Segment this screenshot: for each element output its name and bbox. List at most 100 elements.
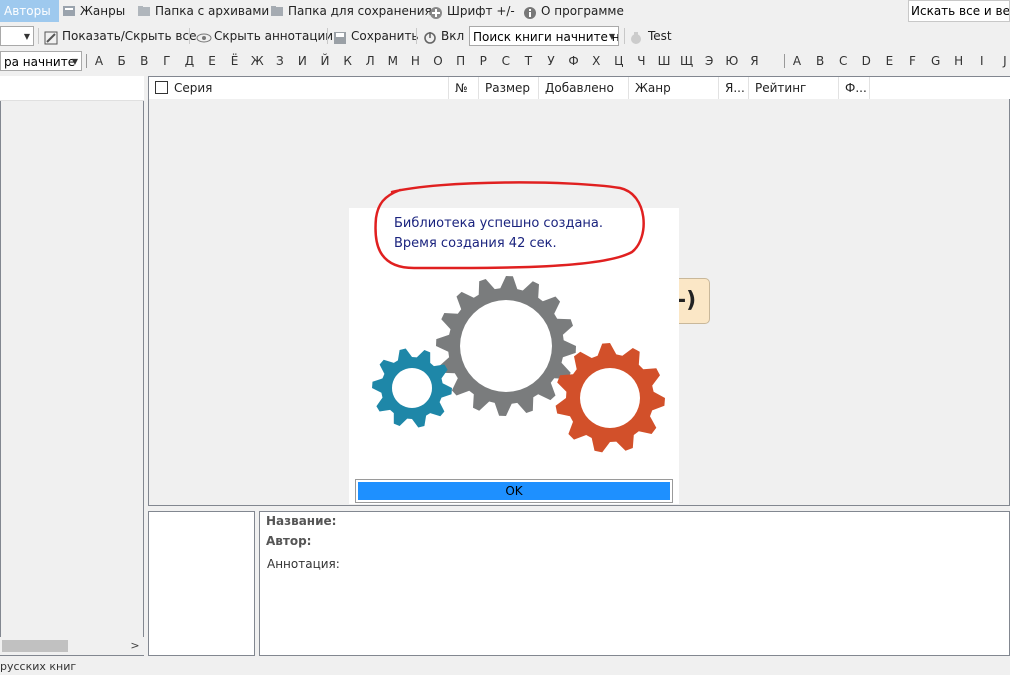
chevron-down-icon: ▼ <box>608 32 615 41</box>
letter-cyrillic-4[interactable]: Д <box>181 50 197 72</box>
test-label: Test <box>648 29 672 43</box>
letter-cyrillic-2[interactable]: В <box>136 50 152 72</box>
letter-cyrillic-25[interactable]: Ш <box>656 50 672 72</box>
ok-button[interactable]: OK <box>358 482 670 500</box>
menu-archives-folder[interactable]: Папка с архивами <box>137 0 269 22</box>
letter-cyrillic-5[interactable]: Е <box>204 50 220 72</box>
letter-cyrillic-26[interactable]: Щ <box>679 50 695 72</box>
column-rating-label: Рейтинг <box>755 81 807 95</box>
letter-cyrillic-18[interactable]: С <box>498 50 514 72</box>
column-genre[interactable]: Жанр <box>629 77 719 99</box>
letter-cyrillic-1[interactable]: Б <box>114 50 130 72</box>
letter-latin-2[interactable]: C <box>835 50 851 72</box>
toggle-on-button[interactable]: Вкл <box>423 24 464 48</box>
toolbar: ▼ Показать/Скрыть все Скрыть аннотации С… <box>0 24 1010 48</box>
letter-cyrillic-3[interactable]: Г <box>159 50 175 72</box>
column-size-label: Размер <box>485 81 531 95</box>
select-all-checkbox[interactable] <box>155 81 168 94</box>
letter-cyrillic-28[interactable]: Ю <box>724 50 740 72</box>
genres-icon <box>62 2 76 16</box>
menu-about[interactable]: О программе <box>523 0 624 22</box>
column-series-label: Серия <box>174 81 213 95</box>
book-search-combo[interactable]: Поиск книги начните н ▼ <box>469 26 619 46</box>
letter-cyrillic-11[interactable]: К <box>340 50 356 72</box>
archive-icon <box>137 2 151 16</box>
letter-cyrillic-13[interactable]: М <box>385 50 401 72</box>
letter-cyrillic-7[interactable]: Ж <box>249 50 265 72</box>
letter-cyrillic-9[interactable]: И <box>294 50 310 72</box>
letter-latin-9[interactable]: J <box>997 50 1010 72</box>
series-search-combo[interactable]: ра начните ▼ <box>0 51 82 71</box>
orange-gear-icon <box>555 343 665 453</box>
column-language[interactable]: Я... <box>719 77 749 99</box>
scrollbar-thumb[interactable] <box>2 640 68 652</box>
book-title-label: Название: <box>266 514 337 528</box>
test-button[interactable]: Test <box>630 24 672 48</box>
toggle-on-label: Вкл <box>441 29 465 43</box>
letter-cyrillic-10[interactable]: Й <box>317 50 333 72</box>
folder-icon <box>270 2 284 16</box>
column-rating[interactable]: Рейтинг <box>749 77 839 99</box>
letter-cyrillic-12[interactable]: Л <box>362 50 378 72</box>
letter-latin-1[interactable]: B <box>812 50 828 72</box>
hide-annotations-button[interactable]: Скрыть аннотации <box>196 24 333 48</box>
menu-font[interactable]: Шрифт +/- <box>429 0 515 22</box>
letter-cyrillic-24[interactable]: Ч <box>633 50 649 72</box>
message-line-2: Время создания 42 сек. <box>394 236 557 251</box>
toolbar-separator <box>189 28 190 44</box>
menu-save-folder[interactable]: Папка для сохранения <box>270 0 432 22</box>
letter-cyrillic-29[interactable]: Я <box>746 50 762 72</box>
eye-icon <box>196 26 212 43</box>
toolbar-separator <box>624 28 625 44</box>
scroll-right-arrow-icon[interactable]: > <box>128 637 142 655</box>
letter-latin-4[interactable]: E <box>881 50 897 72</box>
power-icon <box>423 26 437 44</box>
letter-latin-3[interactable]: D <box>858 50 874 72</box>
column-series[interactable]: Серия <box>149 77 449 99</box>
left-panel-header <box>0 76 144 101</box>
column-number[interactable]: № <box>449 77 479 99</box>
letter-cyrillic-8[interactable]: З <box>272 50 288 72</box>
letter-latin-7[interactable]: H <box>951 50 967 72</box>
menu-authors[interactable]: Авторы <box>0 0 59 22</box>
letter-cyrillic-20[interactable]: У <box>543 50 559 72</box>
global-search-text: Искать все и везд <box>911 4 1010 18</box>
edit-icon <box>44 26 58 45</box>
menu-genres[interactable]: Жанры <box>62 0 125 22</box>
letter-latin-0[interactable]: A <box>789 50 805 72</box>
book-info-panel: Название: Автор: Аннотация: <box>259 511 1010 656</box>
series-search-text: ра начните <box>4 55 76 69</box>
letter-cyrillic-14[interactable]: Н <box>407 50 423 72</box>
letter-cyrillic-27[interactable]: Э <box>701 50 717 72</box>
save-button[interactable]: Сохранить <box>333 24 419 48</box>
letter-cyrillic-15[interactable]: О <box>430 50 446 72</box>
letter-latin-8[interactable]: I <box>974 50 990 72</box>
background-badge-text: -) <box>677 288 697 313</box>
column-format-label: Ф... <box>845 81 867 95</box>
global-search-input[interactable]: Искать все и везд <box>908 0 1010 22</box>
letter-cyrillic-19[interactable]: Т <box>520 50 536 72</box>
column-size[interactable]: Размер <box>479 77 539 99</box>
menu-bar: Авторы Жанры Папка с архивами Папка для … <box>0 0 1010 22</box>
letter-cyrillic-6[interactable]: Ё <box>227 50 243 72</box>
book-annotation-label: Аннотация: <box>267 557 340 571</box>
column-added-label: Добавлено <box>545 81 614 95</box>
left-tree-panel <box>0 76 144 656</box>
letter-cyrillic-0[interactable]: А <box>91 50 107 72</box>
letter-latin-5[interactable]: F <box>905 50 921 72</box>
column-added[interactable]: Добавлено <box>539 77 629 99</box>
letter-cyrillic-16[interactable]: П <box>453 50 469 72</box>
chevron-down-icon: ▼ <box>23 32 30 41</box>
toolbar-separator <box>416 28 417 44</box>
plus-circle-icon <box>429 2 443 19</box>
letter-cyrillic-22[interactable]: Х <box>588 50 604 72</box>
show-hide-all-button[interactable]: Показать/Скрыть все <box>44 24 196 48</box>
column-format[interactable]: Ф... <box>839 77 870 99</box>
save-label: Сохранить <box>351 29 419 43</box>
menu-genres-label: Жанры <box>80 4 126 18</box>
letter-cyrillic-23[interactable]: Ц <box>611 50 627 72</box>
letter-cyrillic-21[interactable]: Ф <box>566 50 582 72</box>
toolbar-left-combo[interactable]: ▼ <box>0 26 34 46</box>
letter-cyrillic-17[interactable]: Р <box>475 50 491 72</box>
letter-latin-6[interactable]: G <box>928 50 944 72</box>
